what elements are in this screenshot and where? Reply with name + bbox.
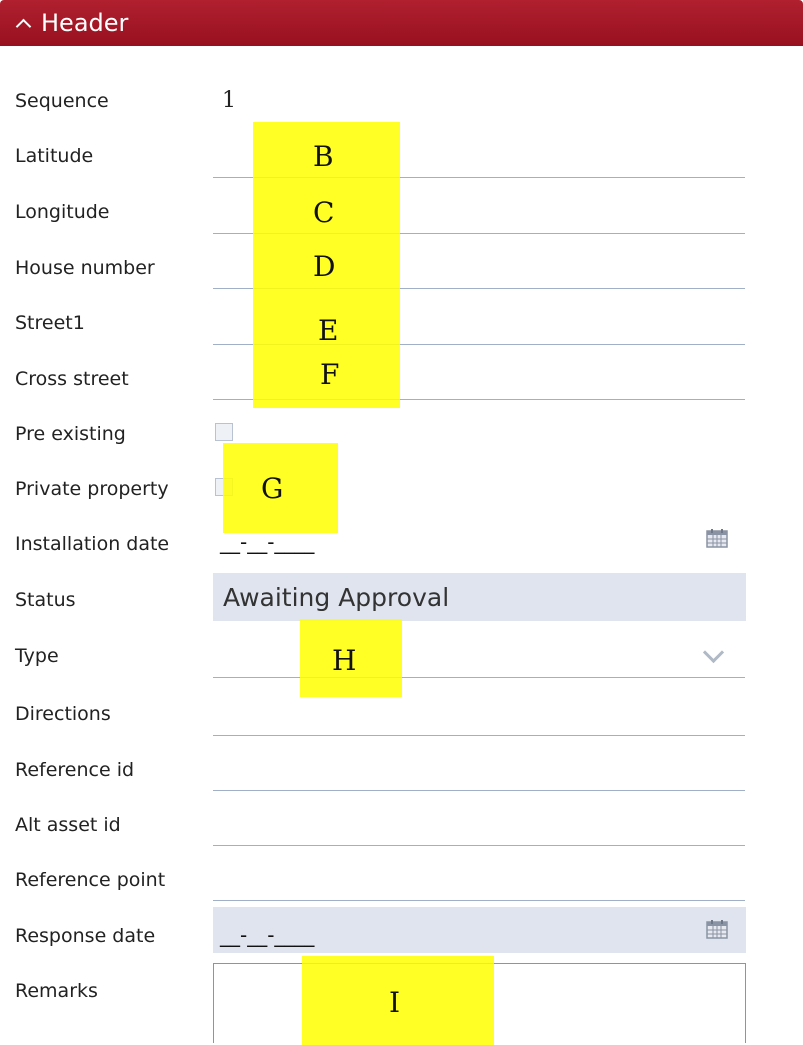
- cross-street-label: Cross street: [15, 368, 129, 390]
- directions-label: Directions: [15, 703, 111, 725]
- street1-label: Street1: [15, 312, 85, 334]
- type-select[interactable]: [213, 677, 745, 678]
- type-label: Type: [15, 645, 59, 667]
- response-date-input[interactable]: __-__-____: [220, 923, 314, 947]
- annotation-letter: C: [313, 196, 335, 229]
- pre-existing-label: Pre existing: [15, 423, 126, 445]
- status-value: Awaiting Approval: [223, 582, 450, 612]
- annotation-letter: G: [261, 472, 284, 505]
- header-panel: Header Sequence 1 Latitude Longitude Hou…: [0, 0, 803, 1045]
- sequence-label: Sequence: [15, 90, 109, 112]
- latitude-label: Latitude: [15, 145, 94, 167]
- reference-point-input[interactable]: [213, 900, 745, 901]
- private-property-label: Private property: [15, 478, 169, 500]
- calendar-icon[interactable]: [706, 919, 728, 939]
- remarks-label: Remarks: [15, 980, 98, 1002]
- chevron-down-icon[interactable]: [702, 641, 725, 664]
- calendar-icon[interactable]: [706, 528, 728, 548]
- annotation-letter: I: [389, 986, 401, 1019]
- chevron-up-icon[interactable]: [15, 18, 32, 34]
- annotation-letter: E: [318, 314, 339, 347]
- annotation-letter: F: [320, 358, 340, 391]
- longitude-label: Longitude: [15, 201, 110, 223]
- response-date-label: Response date: [15, 925, 156, 947]
- status-label: Status: [15, 589, 76, 611]
- alt-asset-id-input[interactable]: [213, 845, 745, 846]
- annotation-letter: H: [332, 644, 357, 677]
- section-title: Header: [41, 9, 129, 37]
- status-field: Awaiting Approval: [213, 573, 746, 621]
- alt-asset-id-label: Alt asset id: [15, 814, 121, 836]
- annotation-letter: D: [313, 250, 336, 283]
- reference-id-input[interactable]: [213, 790, 745, 791]
- annotation-letter: B: [313, 140, 334, 173]
- installation-date-label: Installation date: [15, 533, 170, 555]
- section-header[interactable]: Header: [0, 0, 803, 46]
- house-number-label: House number: [15, 257, 155, 279]
- pre-existing-checkbox[interactable]: [215, 423, 233, 441]
- directions-input[interactable]: [213, 735, 745, 736]
- reference-point-label: Reference point: [15, 869, 166, 891]
- installation-date-input[interactable]: __-__-____: [220, 530, 314, 554]
- sequence-value: 1: [222, 88, 236, 113]
- reference-id-label: Reference id: [15, 759, 135, 781]
